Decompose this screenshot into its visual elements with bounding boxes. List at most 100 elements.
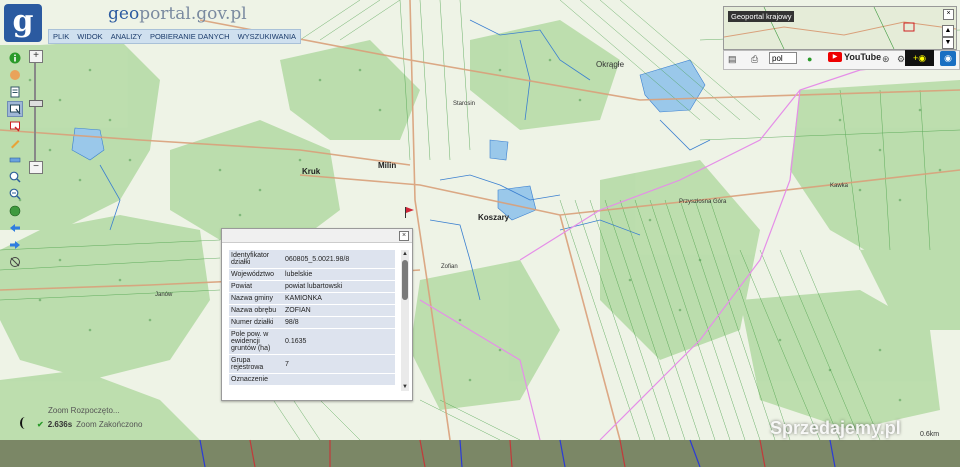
- brand-prefix: geo: [108, 4, 140, 24]
- attr-key: Grupa rejestrowa: [229, 354, 283, 374]
- attr-value: KAMIONKA: [283, 292, 395, 305]
- language-select[interactable]: pol: [769, 52, 797, 64]
- settings-gear-icon[interactable]: ⚙: [897, 54, 905, 65]
- delete-selection-icon[interactable]: [7, 118, 23, 134]
- geoportal-logo[interactable]: g: [4, 4, 42, 42]
- place-label-starosin: Starosin: [453, 101, 476, 107]
- table-row: Oznaczenie: [229, 373, 395, 386]
- map-canvas[interactable]: [0, 0, 960, 467]
- attr-value: [283, 373, 395, 386]
- table-row: Pole pow. w ewidencji gruntów (ha) 0.1635: [229, 328, 395, 355]
- youtube-link[interactable]: ▶ YouTube: [828, 52, 881, 62]
- brand-title: geoportal.gov.pl: [108, 4, 247, 24]
- place-label-koszary: Koszary: [478, 213, 510, 222]
- measure-icon[interactable]: [7, 152, 23, 168]
- attr-value: 98/8: [283, 316, 395, 329]
- forward-arrow-icon[interactable]: [7, 237, 23, 253]
- popup-scrollbar[interactable]: ▲ ▼: [401, 250, 409, 391]
- popup-header: ×: [222, 229, 412, 243]
- table-row: Powiat powiat lubartowski: [229, 280, 395, 293]
- check-icon: ✔: [37, 420, 44, 429]
- table-row: Nazwa gminy KAMIONKA: [229, 292, 395, 305]
- zoom-minus-button[interactable]: −: [29, 161, 43, 174]
- menu-analizy[interactable]: ANALIZY: [107, 30, 146, 43]
- accessibility-icon[interactable]: ⊛: [882, 54, 890, 65]
- menu-widok[interactable]: WIDOK: [73, 30, 106, 43]
- attr-value: 0.1635: [283, 328, 395, 355]
- attr-key: Nazwa obrębu: [229, 304, 283, 317]
- table-row: Numer działki 98/8: [229, 316, 395, 329]
- full-extent-icon[interactable]: [7, 254, 23, 270]
- overview-down-icon[interactable]: ▼: [942, 37, 954, 49]
- globe-icon[interactable]: [7, 203, 23, 219]
- place-label-milin: Milin: [378, 161, 397, 170]
- back-arrow-icon[interactable]: [7, 220, 23, 236]
- youtube-label: YouTube: [844, 52, 882, 62]
- attr-value: lubelskie: [283, 268, 395, 281]
- table-row: Nazwa obrębu ZOFIAN: [229, 304, 395, 317]
- view-eye-icon[interactable]: ◉: [940, 51, 956, 66]
- popup-body: Identyfikator działki 060805_5.0021.98/8 …: [229, 250, 399, 391]
- zoom-handle[interactable]: [29, 100, 43, 107]
- menu-plik[interactable]: PLIK: [49, 30, 73, 43]
- select-parcel-icon[interactable]: [7, 101, 23, 117]
- attr-value: 7: [283, 354, 395, 374]
- attr-key: Powiat: [229, 280, 283, 293]
- menu-wyszukiwania[interactable]: WYSZUKIWANIA: [234, 30, 300, 43]
- watermark: Sprzedajemy.pl: [770, 418, 901, 438]
- brand-suffix: portal.gov.pl: [139, 4, 247, 24]
- layers-list-icon[interactable]: [7, 84, 23, 100]
- overview-up-icon[interactable]: ▲: [942, 25, 954, 37]
- overview-map[interactable]: Geoportal krajowy × ▲ ▼: [723, 6, 957, 50]
- attr-value: powiat lubartowski: [283, 280, 395, 293]
- attr-key: Pole pow. w ewidencji gruntów (ha): [229, 328, 283, 355]
- attr-value: ZOFIAN: [283, 304, 395, 317]
- place-label-okragle: Okrągłe: [596, 60, 625, 69]
- attr-key: Oznaczenie: [229, 373, 283, 386]
- print-icon[interactable]: ⎙: [751, 54, 758, 65]
- zoom-track[interactable]: [34, 63, 36, 161]
- attribute-table: Identyfikator działki 060805_5.0021.98/8 …: [229, 250, 395, 386]
- place-label-przyszlosna-gora: Przyszłosna Góra: [679, 199, 727, 205]
- pencil-icon[interactable]: [7, 135, 23, 151]
- log-text: Zoom Rozpoczęto...: [48, 406, 120, 415]
- attr-key: Numer działki: [229, 316, 283, 329]
- log-text: Zoom Zakończono: [76, 420, 143, 429]
- table-row: Grupa rejestrowa 7: [229, 354, 395, 374]
- parcel-info-popup: × Identyfikator działki 060805_5.0021.98/…: [221, 228, 413, 401]
- scroll-thumb[interactable]: [402, 260, 408, 300]
- tool-column: [7, 50, 25, 271]
- zoom-in-icon[interactable]: [7, 169, 23, 185]
- attr-key: Nazwa gminy: [229, 292, 283, 305]
- attr-key: Identyfikator działki: [229, 250, 283, 269]
- zoom-plus-button[interactable]: +: [29, 50, 43, 63]
- menu-pobieranie-danych[interactable]: POBIERANIE DANYCH: [146, 30, 234, 43]
- pan-hand-icon[interactable]: [7, 67, 23, 83]
- attr-value: 060805_5.0021.98/8: [283, 250, 395, 269]
- document-icon[interactable]: ▤: [728, 54, 737, 65]
- scroll-up-icon[interactable]: ▲: [401, 250, 409, 258]
- overview-title: Geoportal krajowy: [728, 11, 795, 22]
- main-menu: PLIK WIDOK ANALIZY POBIERANIE DANYCH WYS…: [48, 29, 302, 44]
- overview-close-icon[interactable]: ×: [943, 9, 954, 20]
- place-label-kruk: Kruk: [302, 167, 321, 176]
- zoom-out-icon[interactable]: [7, 186, 23, 202]
- place-label-zofian: Zofian: [441, 264, 458, 270]
- status-icon[interactable]: ●: [807, 54, 812, 64]
- table-row: Identyfikator działki 060805_5.0021.98/8: [229, 250, 395, 269]
- place-label-janow: Janów: [155, 292, 173, 298]
- orthophoto-strip: [0, 440, 960, 467]
- place-label-kawka: Kawka: [830, 183, 849, 189]
- popup-close-icon[interactable]: ×: [399, 231, 409, 241]
- table-row: Województwo lubelskie: [229, 268, 395, 281]
- log-panel: Zoom Rozpoczęto... ✔ 2.636s Zoom Zakończon…: [0, 404, 230, 440]
- high-contrast-eye-icon[interactable]: +◉: [905, 50, 934, 66]
- zoom-slider[interactable]: + −: [29, 50, 43, 175]
- attr-key: Województwo: [229, 268, 283, 281]
- info-tool-icon[interactable]: [7, 50, 23, 66]
- log-row: ✔ 2.636s Zoom Zakończono: [37, 420, 142, 429]
- youtube-play-icon: ▶: [828, 52, 842, 62]
- log-row: Zoom Rozpoczęto...: [48, 406, 120, 415]
- log-time: 2.636s: [47, 420, 73, 429]
- scroll-down-icon[interactable]: ▼: [401, 383, 409, 391]
